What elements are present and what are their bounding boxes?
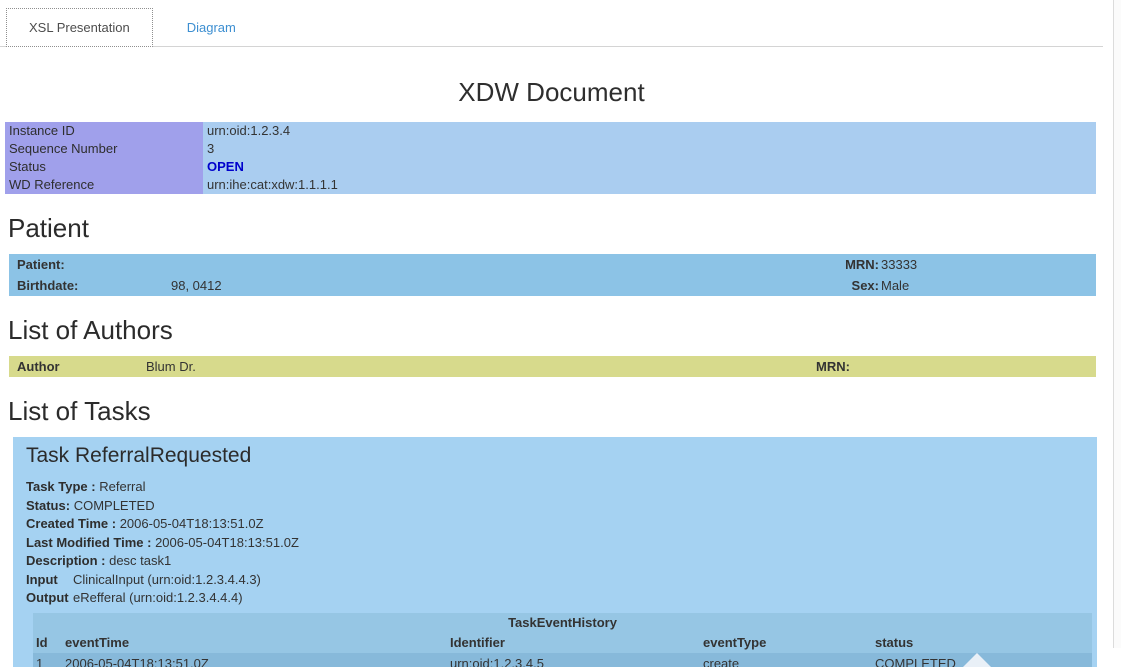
table-row: WD Reference urn:ihe:cat:xdw:1.1.1.1	[5, 176, 1096, 194]
patient-label: Patient:	[9, 254, 170, 275]
column-header-id: Id	[33, 633, 62, 653]
task-modified-label: Last Modified Time :	[26, 535, 151, 550]
task-status-row: Status: COMPLETED	[26, 497, 1097, 516]
column-header-status: status	[872, 633, 1092, 653]
event-history-header-row: Id eventTime Identifier eventType status	[33, 633, 1092, 653]
sequence-number-label: Sequence Number	[5, 140, 203, 158]
task-description-row: Description : desc task1	[26, 552, 1097, 571]
column-header-eventtime: eventTime	[62, 633, 447, 653]
page-title: XDW Document	[0, 77, 1103, 108]
wd-reference-label: WD Reference	[5, 176, 203, 194]
task-input-value: ClinicalInput (urn:oid:1.2.3.4.4.3)	[73, 571, 261, 590]
author-mrn-label: MRN:	[815, 356, 1096, 377]
sequence-number-value: 3	[203, 140, 1096, 158]
task-status-value: COMPLETED	[74, 498, 155, 513]
patient-section-heading: Patient	[8, 213, 1103, 244]
task-event-history-table: TaskEventHistory Id eventTime Identifier…	[33, 613, 1092, 667]
event-id-cell: 1	[33, 653, 62, 667]
patient-value	[170, 254, 670, 275]
task-created-row: Created Time : 2006-05-04T18:13:51.0Z	[26, 515, 1097, 534]
sex-value: Male	[880, 275, 1096, 296]
authors-table: Author Blum Dr. MRN:	[9, 356, 1096, 377]
task-title: Task ReferralRequested	[26, 444, 1097, 468]
tab-diagram[interactable]: Diagram	[169, 9, 254, 46]
event-history-title-row: TaskEventHistory	[33, 613, 1092, 633]
vertical-scrollbar[interactable]	[1113, 0, 1121, 648]
task-modified-row: Last Modified Time : 2006-05-04T18:13:51…	[26, 534, 1097, 553]
task-output-row: Output eRefferal (urn:oid:1.2.3.4.4.4)	[26, 589, 1097, 608]
task-output-label: Output	[26, 589, 73, 608]
author-value: Blum Dr.	[145, 356, 815, 377]
task-status-label: Status:	[26, 498, 70, 513]
event-time-cell: 2006-05-04T18:13:51.0Z	[62, 653, 447, 667]
table-row: Author Blum Dr. MRN:	[9, 356, 1096, 377]
column-header-eventtype: eventType	[700, 633, 872, 653]
birthdate-label: Birthdate:	[9, 275, 170, 296]
table-row: Patient: MRN: 33333	[9, 254, 1096, 275]
patient-table: Patient: MRN: 33333 Birthdate: 98, 0412 …	[9, 254, 1096, 296]
mrn-value: 33333	[880, 254, 1096, 275]
tab-xsl-presentation[interactable]: XSL Presentation	[6, 8, 153, 47]
task-type-label: Task Type :	[26, 479, 96, 494]
table-row: Birthdate: 98, 0412 Sex: Male	[9, 275, 1096, 296]
task-input-row: Input ClinicalInput (urn:oid:1.2.3.4.4.3…	[26, 571, 1097, 590]
authors-section-heading: List of Authors	[8, 315, 1103, 346]
document-header-table: Instance ID urn:oid:1.2.3.4 Sequence Num…	[5, 122, 1096, 194]
birthdate-value: 98, 0412	[170, 275, 670, 296]
status-label: Status	[5, 158, 203, 176]
author-label: Author	[9, 356, 145, 377]
task-description-value: desc task1	[109, 553, 171, 568]
mrn-label: MRN:	[670, 254, 880, 275]
instance-id-value: urn:oid:1.2.3.4	[203, 122, 1096, 140]
scroll-up-arrow-icon	[963, 653, 991, 667]
table-row: Status OPEN	[5, 158, 1096, 176]
task-card: Task ReferralRequested Task Type : Refer…	[13, 437, 1097, 667]
task-created-value: 2006-05-04T18:13:51.0Z	[120, 516, 264, 531]
task-description-label: Description :	[26, 553, 105, 568]
instance-id-label: Instance ID	[5, 122, 203, 140]
event-history-row: 1 2006-05-04T18:13:51.0Z urn:oid:1.2.3.4…	[33, 653, 1092, 667]
task-type-row: Task Type : Referral	[26, 478, 1097, 497]
task-type-value: Referral	[99, 479, 145, 494]
table-row: Sequence Number 3	[5, 140, 1096, 158]
task-created-label: Created Time :	[26, 516, 116, 531]
event-type-cell: create	[700, 653, 872, 667]
event-history-title: TaskEventHistory	[33, 613, 1092, 633]
xdw-document-page: XSL Presentation Diagram XDW Document In…	[0, 0, 1103, 667]
wd-reference-value: urn:ihe:cat:xdw:1.1.1.1	[203, 176, 1096, 194]
event-identifier-cell: urn:oid:1.2.3.4.5	[447, 653, 700, 667]
status-badge: OPEN	[207, 159, 244, 174]
task-input-label: Input	[26, 571, 73, 590]
tasks-section-heading: List of Tasks	[8, 396, 1103, 427]
tab-bar: XSL Presentation Diagram	[0, 0, 1103, 47]
task-modified-value: 2006-05-04T18:13:51.0Z	[155, 535, 299, 550]
task-output-value: eRefferal (urn:oid:1.2.3.4.4.4)	[73, 589, 243, 608]
sex-label: Sex:	[670, 275, 880, 296]
table-row: Instance ID urn:oid:1.2.3.4	[5, 122, 1096, 140]
column-header-identifier: Identifier	[447, 633, 700, 653]
